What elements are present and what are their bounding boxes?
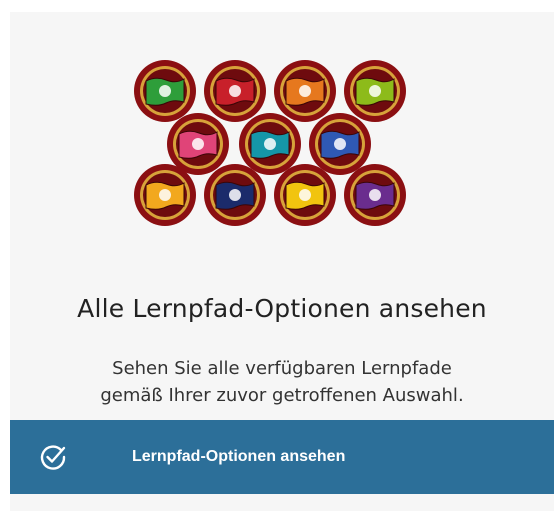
bridge-icon [274, 164, 336, 226]
theater-masks-icon [134, 164, 196, 226]
d-logo-icon [204, 164, 266, 226]
view-learning-paths-button[interactable]: Lernpfad-Optionen ansehen [10, 420, 554, 494]
view-learning-paths-label: Lernpfad-Optionen ansehen [132, 448, 346, 465]
badge-collage [134, 60, 406, 226]
presenter-icon [167, 113, 229, 175]
card-description: Sehen Sie alle verfügbaren Lernpfade gem… [100, 358, 464, 406]
learning-path-card: Alle Lernpfad-Optionen ansehen Sehen Sie… [10, 12, 554, 511]
microphone-icon [134, 60, 196, 122]
check-circle-icon [40, 445, 66, 470]
telescope-icon [274, 60, 336, 122]
team-icon [309, 113, 371, 175]
lightbulb-icon [239, 113, 301, 175]
handshake-icon [344, 164, 406, 226]
audience-icon [344, 60, 406, 122]
banquet-icon [204, 60, 266, 122]
card-title: Alle Lernpfad-Optionen ansehen [77, 294, 487, 323]
